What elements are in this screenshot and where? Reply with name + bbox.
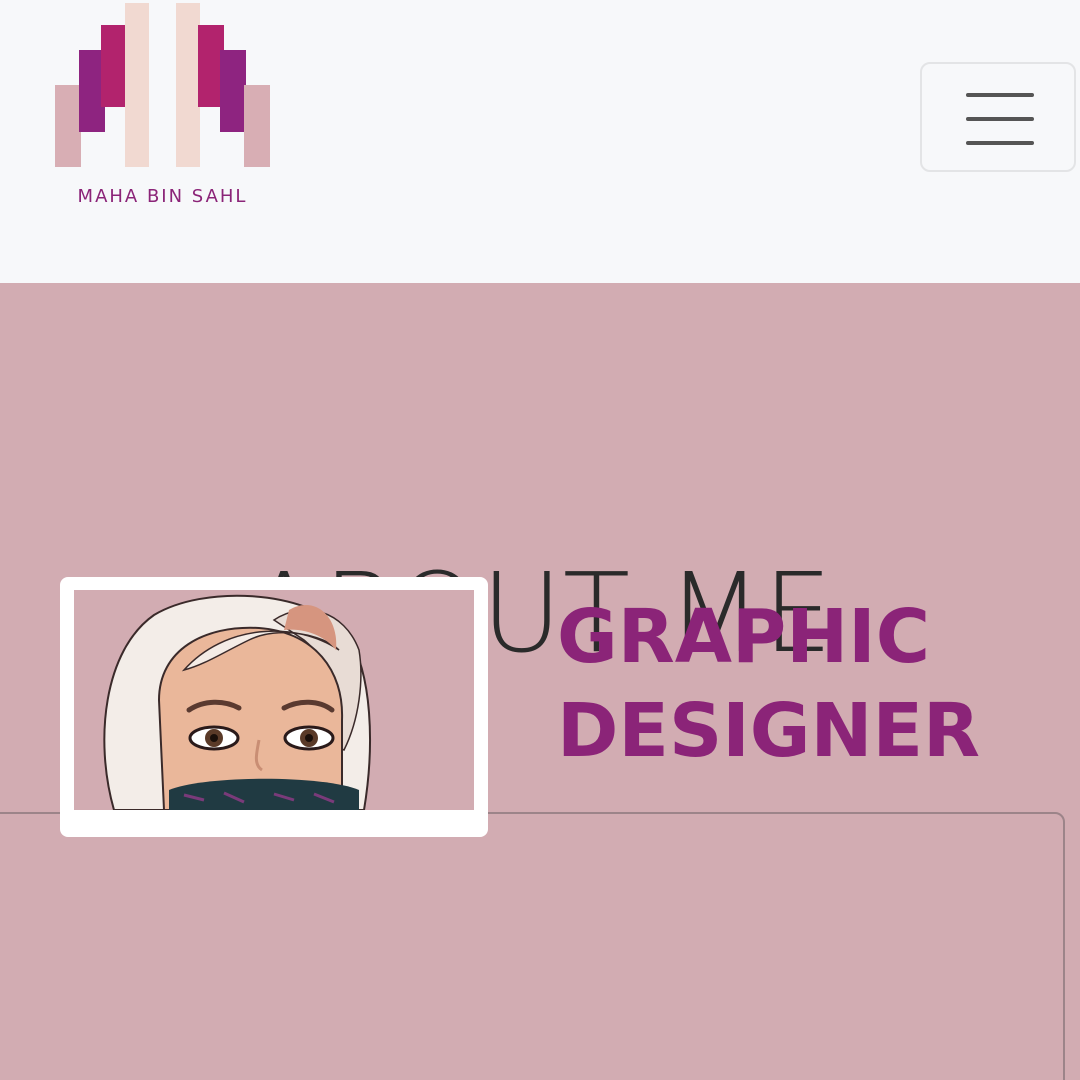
hamburger-icon [966,93,1034,145]
avatar [74,590,474,810]
logo-mark-icon [55,3,270,167]
brand-logo[interactable]: MAHA BIN SAHL [55,0,270,215]
role-title-line-1: GRAPHIC [557,594,930,680]
menu-toggle-button[interactable] [920,62,1076,172]
site-header: MAHA BIN SAHL [0,0,1080,283]
logo-wordmark: MAHA BIN SAHL [77,186,248,207]
role-title: GRAPHIC DESIGNER [557,590,1057,778]
profile-card [0,812,1065,1080]
avatar-illustration-icon [103,594,371,810]
role-title-line-2: DESIGNER [557,688,981,774]
